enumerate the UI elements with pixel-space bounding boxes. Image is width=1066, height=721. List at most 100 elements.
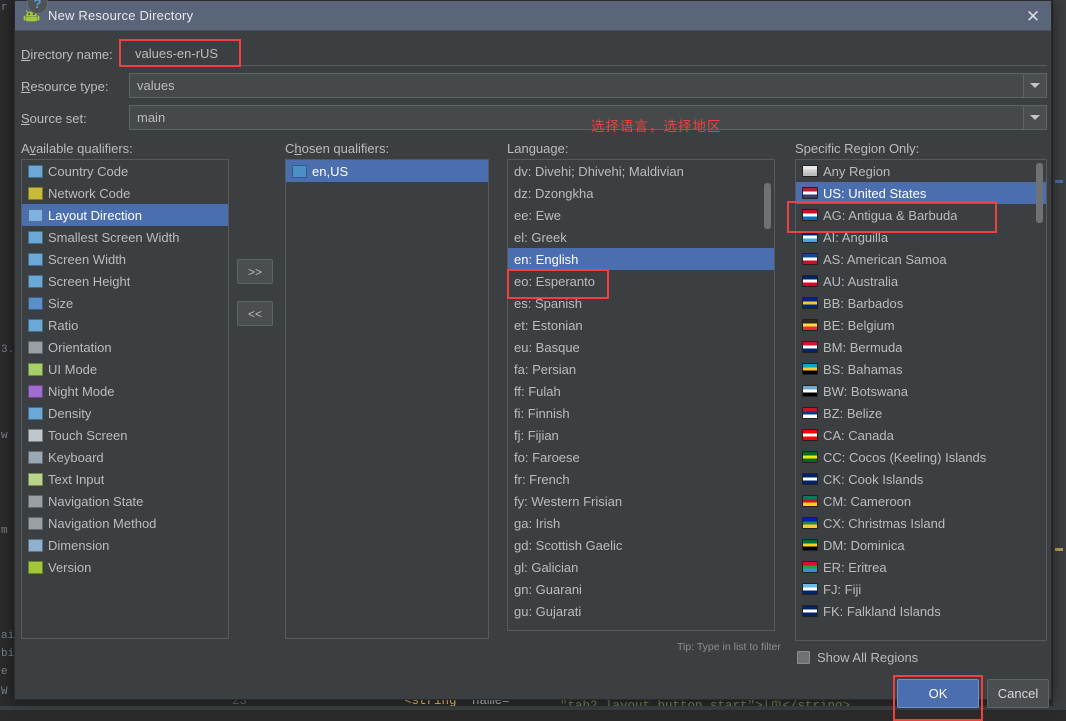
region-item[interactable]: Any Region [796, 160, 1046, 182]
region-item[interactable]: AG: Antigua & Barbuda [796, 204, 1046, 226]
region-item[interactable]: CC: Cocos (Keeling) Islands [796, 446, 1046, 468]
language-item[interactable]: gd: Scottish Gaelic [508, 534, 774, 556]
language-item[interactable]: dv: Divehi; Dhivehi; Maldivian [508, 160, 774, 182]
region-item-label: BS: Bahamas [823, 362, 903, 377]
language-item[interactable]: gn: Guarani [508, 578, 774, 600]
available-qualifier-item[interactable]: Screen Width [22, 248, 228, 270]
region-item-label: BE: Belgium [823, 318, 895, 333]
dimension-icon [28, 539, 43, 552]
available-qualifier-item[interactable]: Smallest Screen Width [22, 226, 228, 248]
available-qualifier-item[interactable]: Screen Height [22, 270, 228, 292]
ok-button[interactable]: OK [897, 679, 979, 708]
available-qualifier-item[interactable]: Layout Direction [22, 204, 228, 226]
show-all-regions-checkbox[interactable]: Show All Regions [797, 650, 918, 665]
language-item-label: gu: Gujarati [514, 604, 581, 619]
language-item[interactable]: fo: Faroese [508, 446, 774, 468]
region-item[interactable]: CK: Cook Islands [796, 468, 1046, 490]
close-icon[interactable]: ✕ [1023, 6, 1043, 26]
available-qualifier-item[interactable]: Version [22, 556, 228, 578]
region-item[interactable]: ER: Eritrea [796, 556, 1046, 578]
region-item[interactable]: AI: Anguilla [796, 226, 1046, 248]
chevron-down-icon[interactable] [1023, 106, 1046, 129]
available-qualifier-item[interactable]: Touch Screen [22, 424, 228, 446]
available-qualifier-item[interactable]: Country Code [22, 160, 228, 182]
language-list[interactable]: dv: Divehi; Dhivehi; Maldivian dz: Dzongk… [507, 159, 775, 631]
available-qualifier-item[interactable]: Navigation Method [22, 512, 228, 534]
remove-qualifier-button[interactable]: << [237, 301, 273, 326]
region-item[interactable]: BB: Barbados [796, 292, 1046, 314]
region-item[interactable]: BS: Bahamas [796, 358, 1046, 380]
directory-name-input[interactable]: values-en-rUS [129, 41, 1047, 66]
available-qualifier-item[interactable]: Density [22, 402, 228, 424]
region-item-label: CC: Cocos (Keeling) Islands [823, 450, 986, 465]
language-item[interactable]: ff: Fulah [508, 380, 774, 402]
language-item[interactable]: gu: Gujarati [508, 600, 774, 622]
region-item[interactable]: AS: American Samoa [796, 248, 1046, 270]
region-item[interactable]: DM: Dominica [796, 534, 1046, 556]
region-scrollbar-thumb[interactable] [1036, 163, 1043, 223]
available-qualifier-item[interactable]: Ratio [22, 314, 228, 336]
available-qualifier-item[interactable]: Navigation State [22, 490, 228, 512]
language-item-label: fj: Fijian [514, 428, 559, 443]
language-item[interactable]: eu: Basque [508, 336, 774, 358]
region-item[interactable]: BM: Bermuda [796, 336, 1046, 358]
language-item[interactable]: fi: Finnish [508, 402, 774, 424]
language-item[interactable]: fa: Persian [508, 358, 774, 380]
language-item-label: fy: Western Frisian [514, 494, 622, 509]
language-scrollbar[interactable] [763, 161, 772, 629]
region-item[interactable]: CX: Christmas Island [796, 512, 1046, 534]
available-qualifier-item[interactable]: Text Input [22, 468, 228, 490]
language-item[interactable]: es: Spanish [508, 292, 774, 314]
available-qualifier-item[interactable]: Size [22, 292, 228, 314]
chosen-qualifiers-list[interactable]: en,US [285, 159, 489, 639]
region-item[interactable]: CM: Cameroon [796, 490, 1046, 512]
language-item[interactable]: fj: Fijian [508, 424, 774, 446]
resource-type-combo[interactable]: values [129, 73, 1047, 98]
language-item[interactable]: fr: French [508, 468, 774, 490]
language-item[interactable]: ga: Irish [508, 512, 774, 534]
available-qualifier-item[interactable]: UI Mode [22, 358, 228, 380]
language-item[interactable]: eo: Esperanto [508, 270, 774, 292]
language-item[interactable]: el: Greek [508, 226, 774, 248]
chevron-down-icon[interactable] [1023, 74, 1046, 97]
available-qualifier-item[interactable]: Dimension [22, 534, 228, 556]
region-item[interactable]: BZ: Belize [796, 402, 1046, 424]
available-qualifier-item[interactable]: Orientation [22, 336, 228, 358]
add-qualifier-button[interactable]: >> [237, 259, 273, 284]
language-scrollbar-thumb[interactable] [764, 183, 771, 229]
ui-mode-icon [28, 363, 43, 376]
language-item[interactable]: gl: Galician [508, 556, 774, 578]
blank-flag-icon [802, 165, 818, 177]
region-item[interactable]: FK: Falkland Islands [796, 600, 1046, 622]
flag-cc-icon [802, 451, 818, 463]
network-code-icon [28, 187, 43, 200]
resource-type-row: Resource type: [21, 73, 108, 99]
orientation-icon [28, 341, 43, 354]
language-item[interactable]: en: English [508, 248, 774, 270]
chosen-qualifier-item[interactable]: en,US [286, 160, 488, 182]
flag-bs-icon [802, 363, 818, 375]
region-item[interactable]: BE: Belgium [796, 314, 1046, 336]
region-list[interactable]: Any RegionUS: United StatesAG: Antigua &… [795, 159, 1047, 641]
region-item[interactable]: BW: Botswana [796, 380, 1046, 402]
available-qualifier-item[interactable]: Night Mode [22, 380, 228, 402]
region-item[interactable]: FJ: Fiji [796, 578, 1046, 600]
region-item[interactable]: CA: Canada [796, 424, 1046, 446]
region-item[interactable]: US: United States [796, 182, 1046, 204]
language-item[interactable]: et: Estonian [508, 314, 774, 336]
language-item-label: dv: Divehi; Dhivehi; Maldivian [514, 164, 684, 179]
language-item-label: ee: Ewe [514, 208, 561, 223]
language-item[interactable]: ee: Ewe [508, 204, 774, 226]
available-qualifier-item[interactable]: Keyboard [22, 446, 228, 468]
available-qualifiers-list[interactable]: Country CodeNetwork CodeLayout Direction… [21, 159, 229, 639]
language-item[interactable]: dz: Dzongkha [508, 182, 774, 204]
checkbox-icon[interactable] [797, 651, 810, 664]
cancel-button[interactable]: Cancel [987, 679, 1049, 708]
available-qualifier-item[interactable]: Network Code [22, 182, 228, 204]
language-item[interactable]: fy: Western Frisian [508, 490, 774, 512]
region-item[interactable]: AU: Australia [796, 270, 1046, 292]
source-set-combo[interactable]: main [129, 105, 1047, 130]
region-scrollbar[interactable] [1035, 161, 1044, 639]
region-item-label: CA: Canada [823, 428, 894, 443]
language-item-label: gl: Galician [514, 560, 578, 575]
